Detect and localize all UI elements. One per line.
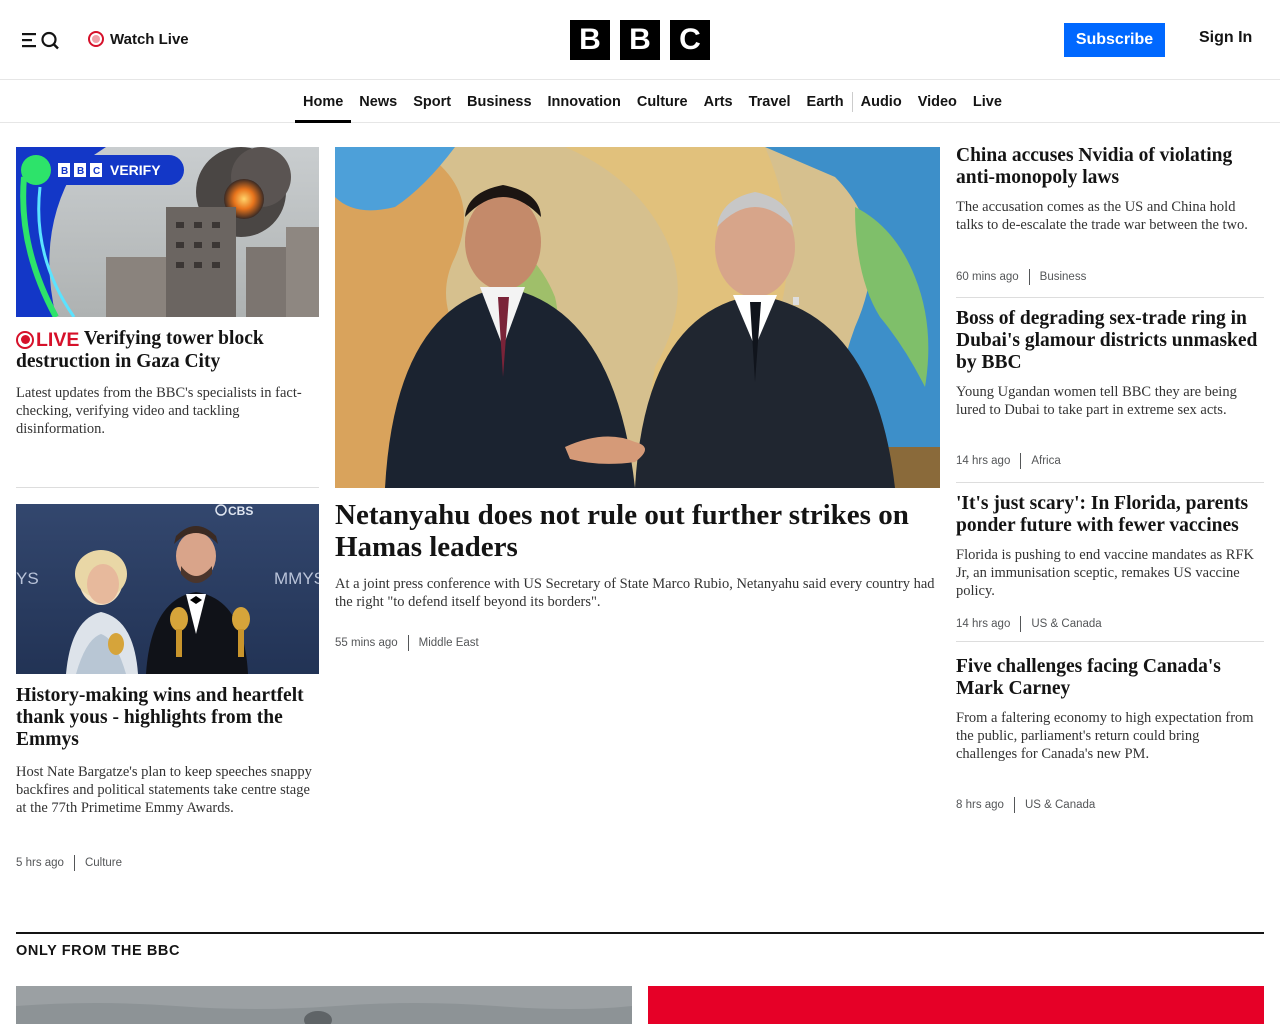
site-header: Watch Live B B C Subscribe Sign In [0,0,1280,80]
right-story-3-time: 14 hrs ago [956,618,1011,630]
nav-audio[interactable]: Audio [853,81,910,122]
section-title: ONLY FROM THE BBC [16,943,181,959]
right-story-1-tag[interactable]: Business [1040,271,1087,283]
main-summary: At a joint press conference with US Secr… [335,576,935,610]
nav-earth[interactable]: Earth [799,81,852,122]
emmys-story-image[interactable]: MMYS YS CBS [16,504,319,674]
emmys-backdrop-text: MMYS [274,569,319,588]
meta-divider [1028,269,1030,285]
right-story-4-summary: From a faltering economy to high expecta… [956,710,1254,762]
verify-summary: Latest updates from the BBC's specialist… [16,385,302,437]
meta-divider [1020,616,1022,632]
main-headline[interactable]: Netanyahu does not rule out further stri… [335,499,940,563]
live-badge: LIVE [16,329,79,351]
emmys-summary: Host Nate Bargatze's plan to keep speech… [16,764,312,816]
nav-sport[interactable]: Sport [405,81,459,122]
right-story-1-time: 60 mins ago [956,271,1019,283]
right-story-4-time: 8 hrs ago [956,799,1004,811]
right-story-1-summary: The accusation comes as the US and China… [956,199,1248,233]
right-story-4-headline[interactable]: Five challenges facing Canada's Mark Car… [956,656,1264,700]
subscribe-button[interactable]: Subscribe [1064,23,1165,57]
svg-text:C: C [93,166,100,177]
section-rule [16,932,1264,934]
watch-live-label: Watch Live [110,30,189,48]
right-divider [956,297,1264,298]
right-story-3-headline[interactable]: 'It's just scary': In Florida, parents p… [956,493,1264,537]
cbs-watermark-text: CBS [228,504,253,518]
right-story-3-tag[interactable]: US & Canada [1031,618,1101,630]
nav-live[interactable]: Live [965,81,1010,122]
emmys-meta: 5 hrs ago Culture [16,855,122,871]
right-story-2-summary: Young Ugandan women tell BBC they are be… [956,384,1237,418]
nav-news[interactable]: News [351,81,405,122]
emmys-winners-image: MMYS YS CBS [16,504,319,674]
bbc-logo[interactable]: B B C [570,20,710,60]
svg-text:YS: YS [16,569,39,588]
meta-divider [1013,797,1015,813]
nav-video[interactable]: Video [910,81,965,122]
left-divider [16,487,319,488]
right-story-2-meta: 14 hrs ago Africa [956,453,1061,469]
nav-home[interactable]: Home [295,81,352,123]
watch-live-link[interactable]: Watch Live [88,28,189,50]
emmys-time: 5 hrs ago [16,857,64,869]
live-badge-icon [16,330,34,349]
live-indicator-icon [88,31,104,47]
main-story-image[interactable] [335,147,940,488]
meta-divider [407,635,409,651]
main-nav: Home News Sport Business Innovation Cult… [0,81,1280,123]
sea-image [16,986,632,1024]
right-divider [956,482,1264,483]
main-tag[interactable]: Middle East [419,637,479,649]
nav-travel[interactable]: Travel [741,81,799,122]
meta-divider [73,855,75,871]
main-time: 55 mins ago [335,637,398,649]
right-story-4-tag[interactable]: US & Canada [1025,799,1095,811]
right-story-3-meta: 14 hrs ago US & Canada [956,616,1102,632]
nav-business[interactable]: Business [459,81,539,122]
right-story-2-headline[interactable]: Boss of degrading sex-trade ring in Duba… [956,308,1264,374]
main-meta: 55 mins ago Middle East [335,635,479,651]
only-bbc-story-2-image[interactable] [648,986,1264,1024]
right-story-1-meta: 60 mins ago Business [956,269,1086,285]
right-story-2-time: 14 hrs ago [956,455,1011,467]
emmys-headline[interactable]: History-making wins and heartfelt thank … [16,685,319,751]
sign-in-link[interactable]: Sign In [1199,29,1252,47]
right-story-4-meta: 8 hrs ago US & Canada [956,797,1095,813]
meta-divider [1020,453,1022,469]
emmys-tag[interactable]: Culture [85,857,122,869]
live-badge-text: LIVE [36,328,80,351]
right-story-3-summary: Florida is pushing to end vaccine mandat… [956,547,1255,599]
logo-letter-b2: B [620,20,660,60]
svg-text:B: B [61,166,68,177]
nav-innovation[interactable]: Innovation [540,81,629,122]
right-divider [956,641,1264,642]
verify-headline-link[interactable]: LIVE Verifying tower block destruction i… [16,328,319,373]
logo-letter-b1: B [570,20,610,60]
gaza-tower-image: B B C VERIFY [16,147,319,317]
svg-text:B: B [77,166,84,177]
verify-badge-text: VERIFY [110,162,161,178]
only-bbc-story-1-image[interactable] [16,986,632,1024]
menu-search-button[interactable] [20,28,62,52]
right-story-1-headline[interactable]: China accuses Nvidia of violating anti-m… [956,145,1264,189]
netanyahu-rubio-handshake-image [335,147,940,488]
verify-story-image[interactable]: B B C VERIFY [16,147,319,317]
menu-search-icon [22,31,59,50]
nav-culture[interactable]: Culture [629,81,696,122]
logo-letter-c: C [670,20,710,60]
right-story-2-tag[interactable]: Africa [1031,455,1060,467]
nav-arts[interactable]: Arts [696,81,741,122]
